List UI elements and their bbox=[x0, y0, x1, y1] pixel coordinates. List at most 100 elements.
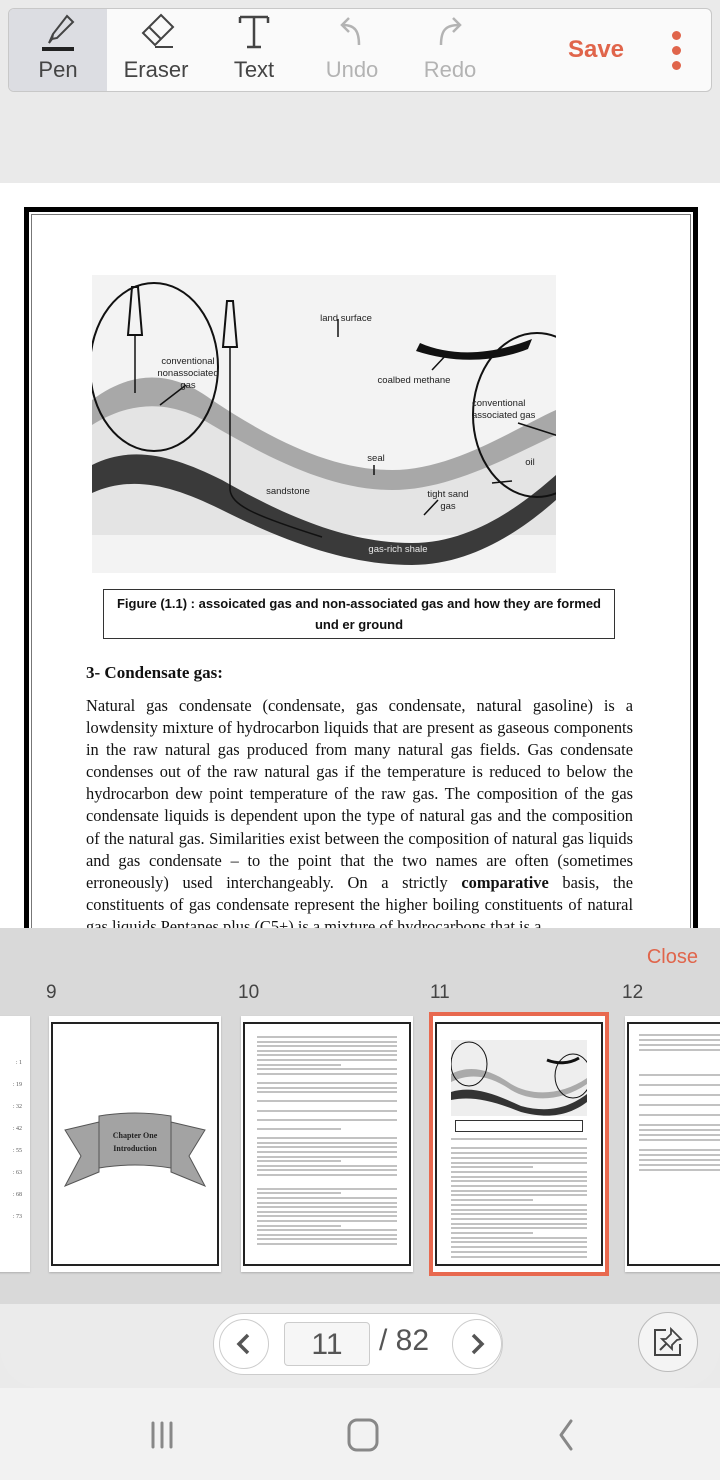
thumbnail-text-line bbox=[257, 1146, 397, 1149]
pin-note-button[interactable] bbox=[638, 1312, 698, 1372]
thumbnail-text-line bbox=[257, 1100, 397, 1103]
page-thumbnail-panel: Close 9 10 11 12 : 1 : 19 : 32 : 42 : 55… bbox=[0, 928, 720, 1304]
close-thumbnails-button[interactable]: Close bbox=[647, 946, 698, 969]
thumbnail-number: 11 bbox=[430, 982, 450, 1003]
label-sandstone: sandstone bbox=[266, 486, 310, 497]
toc-entry: : 42 bbox=[12, 1126, 22, 1132]
thumbnail-caption bbox=[455, 1120, 583, 1132]
more-vertical-icon-dot bbox=[671, 60, 681, 70]
thumbnail-text-line bbox=[639, 1124, 720, 1126]
home-button[interactable] bbox=[338, 1410, 388, 1460]
annotation-toolbar: Pen Eraser Text Undo Redo Save bbox=[8, 8, 712, 92]
thumbnail-text-line bbox=[257, 1086, 397, 1089]
thumbnail-page-11[interactable] bbox=[429, 1012, 609, 1276]
label-tight-gas: gas bbox=[440, 501, 456, 512]
label-conventional-associated: conventional bbox=[472, 398, 525, 409]
thumbnail-text-line bbox=[257, 1091, 397, 1094]
thumbnail-text-line bbox=[451, 1203, 587, 1206]
thumbnail-text-line bbox=[451, 1161, 587, 1164]
thumbnail-text-line bbox=[257, 1072, 397, 1075]
thumbnail-page-toc[interactable]: : 1 : 19 : 32 : 42 : 55 : 63 : 68 : 73 bbox=[0, 1016, 30, 1272]
pen-tool-button[interactable]: Pen bbox=[9, 9, 107, 91]
toc-entry: : 68 bbox=[12, 1192, 22, 1198]
thumbnail-text-line bbox=[257, 1068, 397, 1071]
thumbnail-text-line bbox=[257, 1201, 397, 1204]
text-tool-button[interactable]: Text bbox=[205, 9, 303, 91]
thumbnail-text-line bbox=[639, 1084, 720, 1086]
thumbnail-text-line bbox=[451, 1227, 587, 1230]
eraser-icon bbox=[141, 13, 175, 48]
thumbnail-text-line bbox=[257, 1118, 397, 1121]
thumbnail-text-line bbox=[257, 1169, 397, 1172]
page-total-label: / 82 bbox=[379, 1324, 430, 1357]
thumbnail-text-line bbox=[257, 1040, 397, 1043]
more-vertical-icon-dot bbox=[671, 30, 681, 40]
thumbnail-text-line bbox=[451, 1152, 587, 1155]
thumbnail-text-line bbox=[451, 1217, 587, 1220]
redo-button[interactable]: Redo bbox=[401, 9, 499, 91]
thumbnail-text-line bbox=[639, 1034, 720, 1036]
thumbnail-text-line bbox=[257, 1137, 397, 1140]
page-navigator: 11 / 82 bbox=[213, 1313, 503, 1375]
home-icon bbox=[347, 1418, 379, 1452]
thumbnail-text-line bbox=[257, 1206, 397, 1209]
thumbnail-text-line bbox=[451, 1189, 587, 1192]
thumbnail-number: 12 bbox=[622, 982, 644, 1003]
thumbnail-text-line bbox=[257, 1224, 341, 1227]
thumbnail-text-line bbox=[257, 1054, 397, 1057]
back-button[interactable] bbox=[540, 1410, 590, 1460]
eraser-label: Eraser bbox=[123, 57, 189, 82]
thumbnail-page-10[interactable] bbox=[241, 1016, 413, 1272]
thumbnail-text-line bbox=[257, 1049, 397, 1052]
thumbnail-text-line bbox=[257, 1238, 397, 1241]
thumbnail-text-line bbox=[257, 1197, 397, 1199]
chevron-right-icon bbox=[471, 1333, 485, 1355]
thumbnail-text-line bbox=[257, 1160, 341, 1163]
recent-apps-button[interactable] bbox=[137, 1410, 187, 1460]
thumbnail-text-line bbox=[639, 1074, 720, 1076]
eraser-tool-button[interactable]: Eraser bbox=[107, 9, 205, 91]
paragraph-text: Natural gas condensate (condensate, gas … bbox=[86, 696, 633, 892]
thumbnail-text-line bbox=[257, 1063, 341, 1066]
thumbnail-figure bbox=[450, 1040, 592, 1116]
toc-entry: : 55 bbox=[12, 1148, 22, 1154]
label-land-surface: land surface bbox=[320, 313, 372, 324]
toc-entry: : 63 bbox=[12, 1170, 22, 1176]
thumbnail-text-line bbox=[451, 1246, 587, 1249]
thumbnail-text-line bbox=[451, 1255, 587, 1258]
thumbnail-text-line bbox=[639, 1134, 720, 1136]
back-icon bbox=[559, 1419, 573, 1451]
thumbnail-text-line bbox=[639, 1094, 720, 1096]
pen-label: Pen bbox=[38, 57, 78, 82]
thumbnail-text-line bbox=[451, 1166, 533, 1169]
next-page-button[interactable] bbox=[452, 1319, 502, 1369]
thumbnail-text-line bbox=[639, 1114, 720, 1116]
document-page-view[interactable]: land surface conventional nonassociated … bbox=[0, 183, 720, 928]
previous-page-button[interactable] bbox=[219, 1319, 269, 1369]
thumbnail-page-12[interactable] bbox=[625, 1016, 720, 1272]
thumbnail-text-line bbox=[257, 1141, 397, 1144]
more-vertical-icon-dot bbox=[671, 45, 681, 55]
thumbnail-page-9[interactable]: Chapter One Introduction bbox=[49, 1016, 221, 1272]
more-options-button[interactable] bbox=[641, 9, 711, 91]
page-number-input[interactable]: 11 bbox=[284, 1322, 370, 1366]
thumbnail-text-line bbox=[257, 1187, 397, 1190]
label-nonassociated: nonassociated bbox=[157, 368, 218, 379]
thumbnail-text-line bbox=[451, 1232, 533, 1234]
thumbnail-text-line bbox=[257, 1192, 341, 1195]
text-icon bbox=[238, 15, 270, 49]
thumbnail-text-line bbox=[639, 1044, 720, 1046]
recent-apps-icon bbox=[151, 1421, 173, 1449]
thumbnail-text-line bbox=[639, 1039, 720, 1041]
save-button[interactable]: Save bbox=[551, 9, 641, 91]
thumbnail-text-line bbox=[257, 1059, 397, 1061]
thumbnail-text-line bbox=[451, 1138, 587, 1140]
thumbnail-text-line bbox=[639, 1169, 720, 1171]
section-heading: 3- Condensate gas: bbox=[86, 663, 223, 682]
label-associated-gas: associated gas bbox=[472, 410, 536, 421]
undo-button[interactable]: Undo bbox=[303, 9, 401, 91]
thumbnail-text-line bbox=[451, 1194, 587, 1197]
chevron-left-icon bbox=[236, 1333, 250, 1355]
thumbnail-text-line bbox=[451, 1170, 587, 1173]
label-conventional: conventional bbox=[161, 356, 214, 367]
